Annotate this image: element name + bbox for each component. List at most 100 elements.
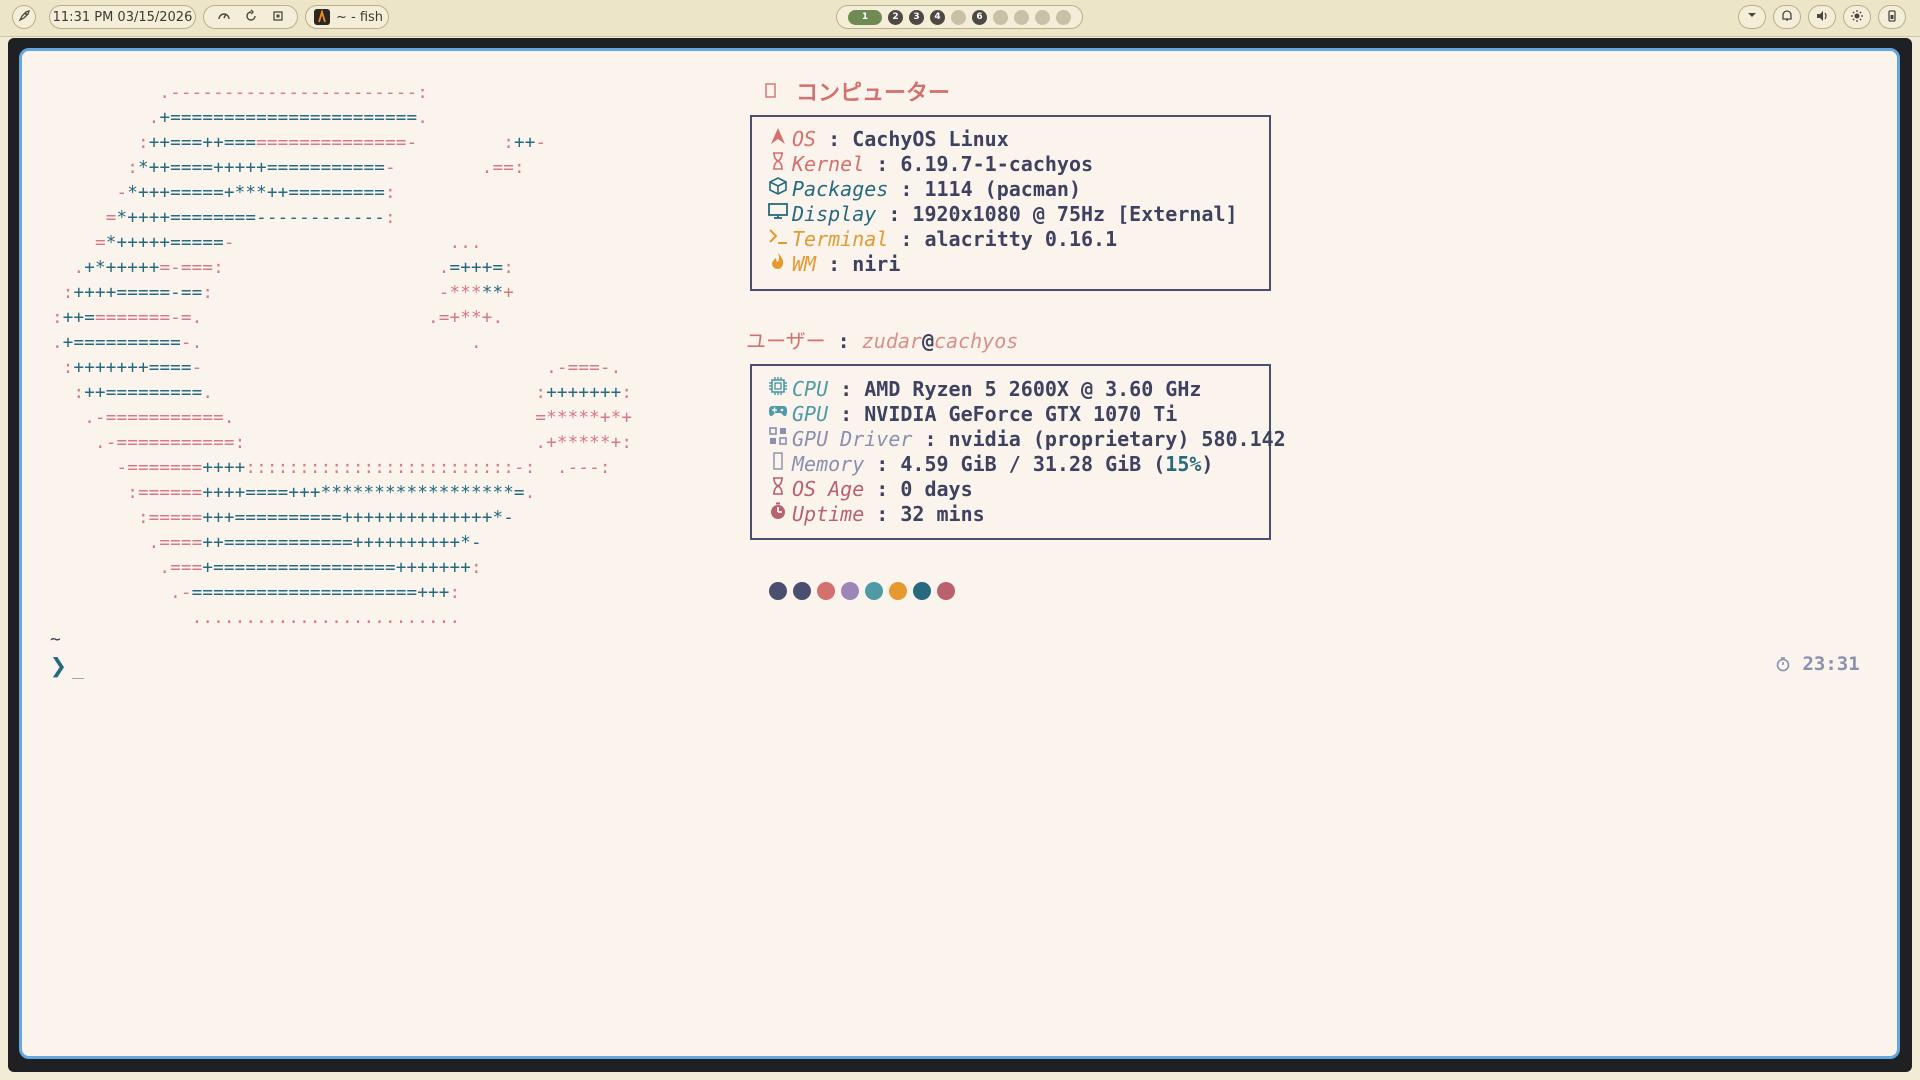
cachyos-ascii-logo: .-----------------------: .+============… [52,83,633,628]
bell-icon [1779,9,1795,25]
terminal-icon [768,227,788,253]
info-separator: : [816,127,853,151]
prompt-symbol: ❯ [50,649,67,682]
workspace-1[interactable]: 1 [848,9,882,25]
workspace-switcher[interactable]: 1 2 3 4 6 [836,5,1083,29]
info-value: nvidia (proprietary) 580.142 [948,427,1286,451]
palette-swatch [937,582,955,600]
info-value: 0 days [900,477,973,501]
info-row-wm: WM : niri [768,252,900,277]
info-label: Display [792,202,877,226]
palette-swatch [793,582,811,600]
window-title: ~ - fish [336,9,384,25]
info-value: CachyOS Linux [852,127,1009,151]
launcher-button[interactable] [12,5,36,29]
info-label: Packages [792,177,889,201]
power-icon [1884,9,1900,25]
chip-icon [768,376,788,404]
user-at: @ [921,329,935,353]
workspace-5[interactable] [951,9,966,25]
terminal-window[interactable]: .-----------------------: .+============… [19,48,1900,1059]
palette-swatch [889,582,907,600]
volume-icon [1814,9,1830,25]
hourglass-icon [768,151,788,178]
palette-swatch [841,582,859,600]
info-separator: : [864,152,901,176]
alacritty-icon [314,8,330,25]
palette-swatch [769,582,787,600]
info-value: AMD Ryzen 5 2600X @ 3.60 GHz [864,377,1202,401]
info-separator: : [888,177,925,201]
info-row-gpu: GPU : NVIDIA GeForce GTX 1070 Ti [768,402,1177,427]
info-separator: : [864,452,901,476]
workspace-3[interactable]: 3 [909,9,924,25]
gauge-icon[interactable] [216,9,232,25]
brightness-button[interactable] [1843,5,1871,29]
palette-swatch [817,582,835,600]
info-label: WM [792,252,817,276]
computer-header-text: コンピューター [796,81,951,106]
info-label: OS Age [792,477,865,501]
prompt-cursor[interactable]: _ [72,655,84,679]
info-separator: : [828,402,865,426]
info-value: NVIDIA GeForce GTX 1070 Ti [864,402,1178,426]
clock-widget[interactable]: 11:31 PM 03/15/2026 [49,5,196,29]
timer-icon [768,502,788,528]
brightness-icon [1849,9,1865,25]
user-label: ユーザー [746,329,826,353]
volume-button[interactable] [1808,5,1836,29]
notifications-button[interactable] [1773,5,1801,29]
info-row-os: OS : CachyOS Linux [768,127,1009,152]
info-value: niri [852,252,901,276]
monitor-icon [768,202,788,228]
refresh-icon[interactable] [243,9,259,25]
workspace-6[interactable]: 6 [972,9,987,25]
info-value: 4.59 GiB / 31.28 GiB ( [900,452,1166,476]
info-label: Memory [792,452,865,476]
grid-icon [768,426,788,453]
info-separator: : [888,227,925,251]
memory-value-end: ) [1201,452,1214,476]
user-name: zudar [861,329,922,353]
info-separator: : [876,202,913,226]
gamepad-icon [768,402,788,427]
workspace-4[interactable]: 4 [930,9,945,25]
host-name: cachyos [934,329,1019,353]
info-label: GPU Driver [792,427,913,451]
info-row-os-age: OS Age : 0 days [768,476,973,503]
info-row-uptime: Uptime : 32 mins [768,502,985,527]
cpu-icon[interactable] [270,9,286,25]
info-value: alacritty 0.16.1 [924,227,1118,251]
workspace-9[interactable] [1035,9,1050,25]
palette-swatch [913,582,931,600]
chevron-down-icon [1744,9,1760,25]
info-value: 32 mins [900,502,985,526]
info-row-cpu: CPU : AMD Ryzen 5 2600X @ 3.60 GHz [768,376,1202,404]
info-row-kernel: Kernel : 6.19.7-1-cachyos [768,151,1094,178]
memory-percent: 15% [1165,452,1202,476]
workspace-7[interactable] [993,9,1008,25]
hourglass-icon [768,476,788,503]
active-window-widget[interactable]: ~ - fish [305,5,389,29]
flame-icon [768,252,788,278]
user-line: ユーザー : zudar@cachyos [746,329,1019,353]
tray-menu-button[interactable] [1738,5,1766,29]
info-label: Kernel [792,152,865,176]
rocket-icon [16,9,32,25]
info-separator: : [828,377,865,401]
arch-icon [768,127,788,153]
system-indicators[interactable] [203,5,298,29]
package-icon [768,176,788,203]
info-row-gpu-driver: GPU Driver : nvidia (proprietary) 580.14… [768,426,1286,453]
prompt-right-time: 23:31 [1775,653,1860,675]
info-value: 6.19.7-1-cachyos [900,152,1094,176]
workspace-2[interactable]: 2 [888,9,903,25]
memory-icon [768,451,788,478]
info-label: Terminal [792,227,889,251]
workspace-10[interactable] [1056,9,1071,25]
workspace-8[interactable] [1014,9,1029,25]
palette-swatch [865,582,883,600]
power-button[interactable] [1878,5,1906,29]
computer-header: コンピューター [764,75,950,107]
top-bar: 11:31 PM 03/15/2026 ~ - fish 1 2 3 4 6 [0,0,1920,37]
